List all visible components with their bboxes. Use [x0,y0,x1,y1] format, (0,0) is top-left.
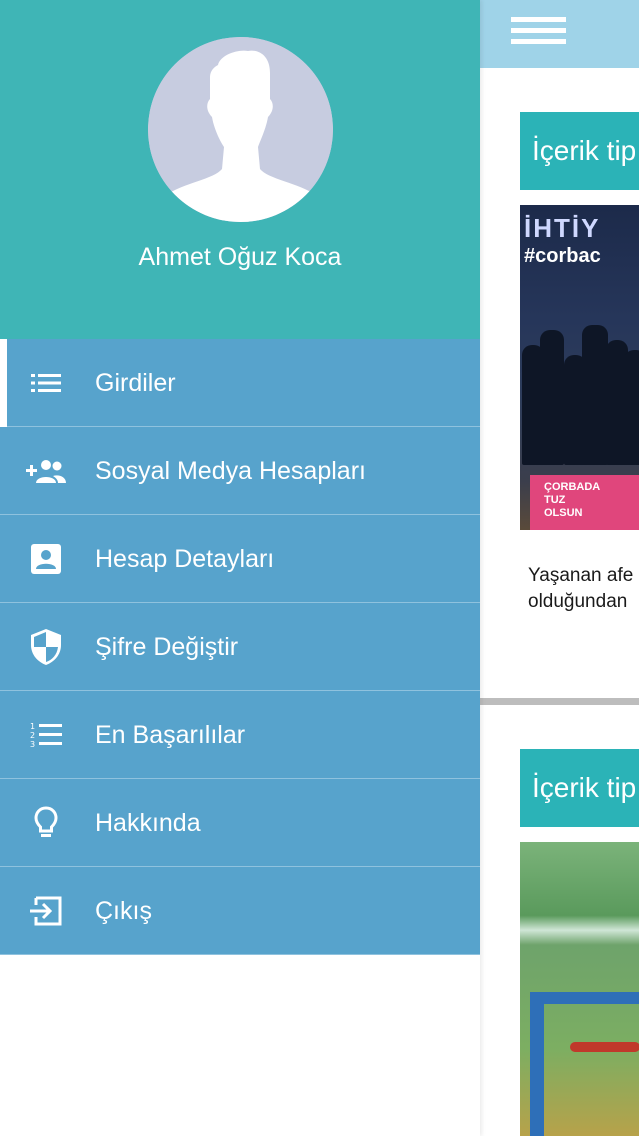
drawer-menu: Girdiler Sosyal Medya Hesapları Hesap De… [0,339,480,955]
card-text: Yaşanan afe olduğundan [528,565,634,612]
svg-text:2: 2 [30,731,35,740]
svg-text:1: 1 [30,722,35,731]
logout-icon [26,893,66,929]
card-image[interactable] [520,842,639,1136]
avatar[interactable] [148,37,333,222]
user-name: Ahmet Oğuz Koca [138,243,342,271]
crowd-silhouettes [520,315,639,465]
content-panel: İçerik tip İHTİY #corbac ÇORBADA TUZ OLS… [480,0,639,1136]
card-separator [480,698,639,705]
card-header: İçerik tip [520,112,639,190]
menu-item-label: En Başarılılar [95,721,246,749]
add-group-icon [26,453,66,489]
person-silhouette-icon [148,37,333,222]
card-header: İçerik tip [520,749,639,827]
list-icon [26,365,66,401]
image-badge: ÇORBADA TUZ OLSUN [530,475,639,530]
hamburger-icon[interactable] [511,17,566,47]
image-badge-text: ÇORBADA TUZ OLSUN [544,481,601,519]
menu-item-cikis[interactable]: Çıkış [0,867,480,955]
profile-header: Ahmet Oğuz Koca [0,0,480,339]
top-bar [480,0,639,68]
playground-frame [530,992,544,1136]
menu-item-label: Girdiler [95,369,176,397]
menu-item-hakkinda[interactable]: Hakkında [0,779,480,867]
menu-item-girdiler[interactable]: Girdiler [0,339,480,427]
image-hashtag: #corbac [524,245,601,267]
menu-item-sifre-degistir[interactable]: Şifre Değiştir [0,603,480,691]
card-image[interactable]: İHTİY #corbac ÇORBADA TUZ OLSUN [520,205,639,530]
menu-item-label: Sosyal Medya Hesapları [95,457,366,485]
menu-item-label: Çıkış [95,897,152,925]
playground-frame [570,1042,639,1052]
content-card[interactable]: İçerik tip [480,705,639,1136]
lightbulb-icon [26,805,66,841]
shield-icon [26,629,66,665]
account-box-icon [26,541,66,577]
playground-frame [530,992,639,1004]
menu-item-en-basarililar[interactable]: 1 2 3 En Başarılılar [0,691,480,779]
ranked-list-icon: 1 2 3 [26,717,66,753]
menu-item-sosyal-medya[interactable]: Sosyal Medya Hesapları [0,427,480,515]
menu-item-label: Hesap Detayları [95,545,275,573]
menu-item-label: Şifre Değiştir [95,633,239,661]
menu-item-label: Hakkında [95,809,201,837]
image-caption-top: İHTİY [524,213,601,243]
menu-item-hesap-detaylari[interactable]: Hesap Detayları [0,515,480,603]
content-card[interactable]: İçerik tip İHTİY #corbac ÇORBADA TUZ OLS… [480,68,639,698]
navigation-drawer: Ahmet Oğuz Koca Girdiler Sosyal Medya He… [0,0,480,1136]
svg-text:3: 3 [30,740,35,749]
